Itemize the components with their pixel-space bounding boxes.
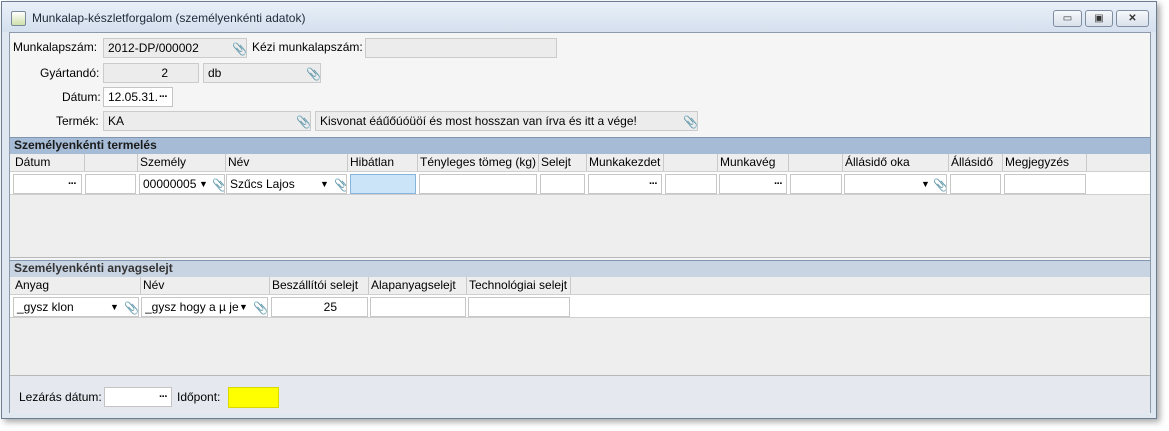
szemely-cell[interactable]: 00000005 ▼ 📎	[139, 174, 225, 194]
allasido-cell[interactable]	[950, 174, 1001, 194]
dropdown-arrow-icon[interactable]: ▼	[239, 298, 248, 316]
footer-bar: Lezárás dátum: ··· Időpont:	[10, 376, 1150, 414]
anyagselejt-grid: Anyag Név Beszállítói selejt Alapanyagse…	[10, 277, 1150, 376]
close-button[interactable]: ✕	[1116, 10, 1149, 27]
col-blank-3[interactable]	[789, 154, 843, 171]
munkalapszam-value: 2012-DP/000002	[108, 41, 199, 55]
lezaras-datum-label: Lezárás dátum:	[19, 390, 102, 404]
col-datum[interactable]: Dátum	[13, 154, 85, 171]
ellipsis-icon[interactable]: ···	[159, 88, 168, 106]
paperclip-icon[interactable]: 📎	[124, 299, 138, 316]
datum-value: 12.05.31.	[108, 90, 159, 104]
anyag-value: _gysz klon	[17, 300, 74, 314]
col-allasido[interactable]: Állásidő	[949, 154, 1003, 171]
col-blank-2[interactable]	[664, 154, 718, 171]
munkalapszam-field[interactable]: 2012-DP/000002 📎	[103, 38, 247, 58]
paperclip-icon[interactable]: 📎	[933, 176, 946, 193]
gyartando-unit-field[interactable]: db 📎	[203, 63, 321, 83]
beszallitoi-selejt-cell[interactable]: 25	[271, 297, 368, 317]
dropdown-arrow-icon[interactable]: ▼	[199, 175, 208, 193]
col-munkaveg[interactable]: Munkavég	[718, 154, 789, 171]
col-anyag[interactable]: Anyag	[13, 277, 141, 294]
col-blank-1[interactable]	[85, 154, 138, 171]
paperclip-icon[interactable]: 📎	[334, 176, 346, 193]
col-munkakezdet[interactable]: Munkakezdet	[587, 154, 664, 171]
table-row: _gysz klon ▼ 📎 _gysz hogy a µ jele ▼ 📎 2…	[10, 294, 1150, 318]
paperclip-icon[interactable]: 📎	[212, 176, 224, 193]
anyagselejt-section-title: Személyenkénti anyagselejt	[10, 260, 1150, 277]
datum-field[interactable]: 12.05.31. ···	[103, 87, 173, 107]
termeles-header-row: Dátum Személy Név Hibátlan Tényleges töm…	[10, 154, 1150, 171]
window-title: Munkalap-készletforgalom (személyenkénti…	[32, 11, 306, 25]
idopont-label: Időpont:	[177, 390, 221, 404]
app-icon	[11, 11, 26, 26]
ellipsis-icon[interactable]: ···	[68, 175, 77, 193]
col-anyag-nev[interactable]: Név	[141, 277, 270, 294]
termek-code-field[interactable]: KA 📎	[103, 111, 311, 131]
col-allasido-oka[interactable]: Állásidő oka	[843, 154, 949, 171]
alapanyagselejt-cell[interactable]	[370, 297, 466, 317]
termek-name-value: Kisvonat éáűőúóüöí és most hosszan van í…	[320, 114, 637, 128]
technologiai-selejt-cell[interactable]	[468, 297, 570, 317]
anyagselejt-header-row: Anyag Név Beszállítói selejt Alapanyagse…	[10, 277, 1150, 294]
table-row: ··· 00000005 ▼ 📎 Szűcs Lajos ▼ 📎 ··· ···	[10, 171, 1150, 195]
allasido-oka-cell[interactable]: ▼ 📎	[844, 174, 947, 194]
munkalapszam-label: Munkalapszám:	[13, 40, 98, 54]
anyag-cell[interactable]: _gysz klon ▼ 📎	[13, 297, 139, 317]
munkakezdet-time-cell[interactable]	[665, 174, 717, 194]
termeles-grid: Dátum Személy Név Hibátlan Tényleges töm…	[10, 154, 1150, 258]
idopont-field[interactable]	[228, 387, 279, 408]
minimize-button[interactable]: ▭	[1053, 10, 1082, 27]
nev-cell[interactable]: Szűcs Lajos ▼ 📎	[226, 174, 347, 194]
munkakezdet-cell[interactable]: ···	[588, 174, 662, 194]
anyag-nev-cell[interactable]: _gysz hogy a µ jele ▼ 📎	[141, 297, 268, 317]
munkaveg-time-cell[interactable]	[790, 174, 842, 194]
paperclip-icon[interactable]: 📎	[683, 113, 697, 130]
client-area: Munkalapszám: 2012-DP/000002 📎 Kézi munk…	[9, 32, 1151, 414]
dropdown-arrow-icon[interactable]: ▼	[110, 298, 119, 316]
col-tenyleges-tomeg[interactable]: Tényleges tömeg (kg)	[418, 154, 539, 171]
blank-cell-1[interactable]	[85, 174, 136, 194]
maximize-button[interactable]: ▣	[1085, 10, 1113, 27]
col-beszallitoi-selejt[interactable]: Beszállítói selejt	[270, 277, 369, 294]
termeles-section-title: Személyenkénti termelés	[10, 137, 1150, 154]
col-megjegyzes[interactable]: Megjegyzés	[1003, 154, 1087, 171]
col-selejt[interactable]: Selejt	[539, 154, 587, 171]
kezi-munkalapszam-field[interactable]	[365, 38, 557, 58]
datum-cell[interactable]: ···	[13, 174, 82, 194]
nev-value: Szűcs Lajos	[230, 177, 295, 191]
ellipsis-icon[interactable]: ···	[774, 175, 783, 193]
lezaras-datum-field[interactable]: ···	[104, 387, 172, 407]
col-technologiai-selejt[interactable]: Technológiai selejt	[467, 277, 571, 294]
main-window: Munkalap-készletforgalom (személyenkénti…	[1, 1, 1157, 419]
paperclip-icon[interactable]: 📎	[306, 65, 320, 82]
ellipsis-icon[interactable]: ···	[649, 175, 658, 193]
szemely-value: 00000005	[143, 177, 197, 191]
paperclip-icon[interactable]: 📎	[253, 299, 267, 316]
selejt-cell[interactable]	[540, 174, 585, 194]
paperclip-icon[interactable]: 📎	[232, 40, 246, 57]
title-bar[interactable]: Munkalap-készletforgalom (személyenkénti…	[2, 2, 1156, 32]
ellipsis-icon[interactable]: ···	[159, 388, 168, 406]
gyartando-qty-field[interactable]: 2	[103, 63, 199, 83]
paperclip-icon[interactable]: 📎	[296, 113, 310, 130]
col-nev[interactable]: Név	[226, 154, 348, 171]
col-alapanyagselejt[interactable]: Alapanyagselejt	[369, 277, 467, 294]
munkaveg-cell[interactable]: ···	[719, 174, 787, 194]
hibatlan-cell[interactable]	[350, 174, 416, 194]
gyartando-label: Gyártandó:	[40, 66, 100, 80]
dropdown-arrow-icon[interactable]: ▼	[921, 175, 930, 193]
col-szemely[interactable]: Személy	[138, 154, 226, 171]
termek-code-value: KA	[108, 114, 125, 128]
gyartando-unit-value: db	[208, 66, 222, 80]
termek-label: Termék:	[56, 114, 99, 128]
termek-name-field[interactable]: Kisvonat éáűőúóüöí és most hosszan van í…	[315, 111, 698, 131]
anyag-nev-value: _gysz hogy a µ jele	[145, 300, 239, 314]
col-hibatlan[interactable]: Hibátlan	[348, 154, 418, 171]
kezi-munkalapszam-label: Kézi munkalapszám:	[252, 40, 363, 54]
tenyleges-tomeg-cell[interactable]	[419, 174, 537, 194]
datum-label: Dátum:	[62, 90, 101, 104]
dropdown-arrow-icon[interactable]: ▼	[320, 175, 329, 193]
megjegyzes-cell[interactable]	[1004, 174, 1086, 194]
